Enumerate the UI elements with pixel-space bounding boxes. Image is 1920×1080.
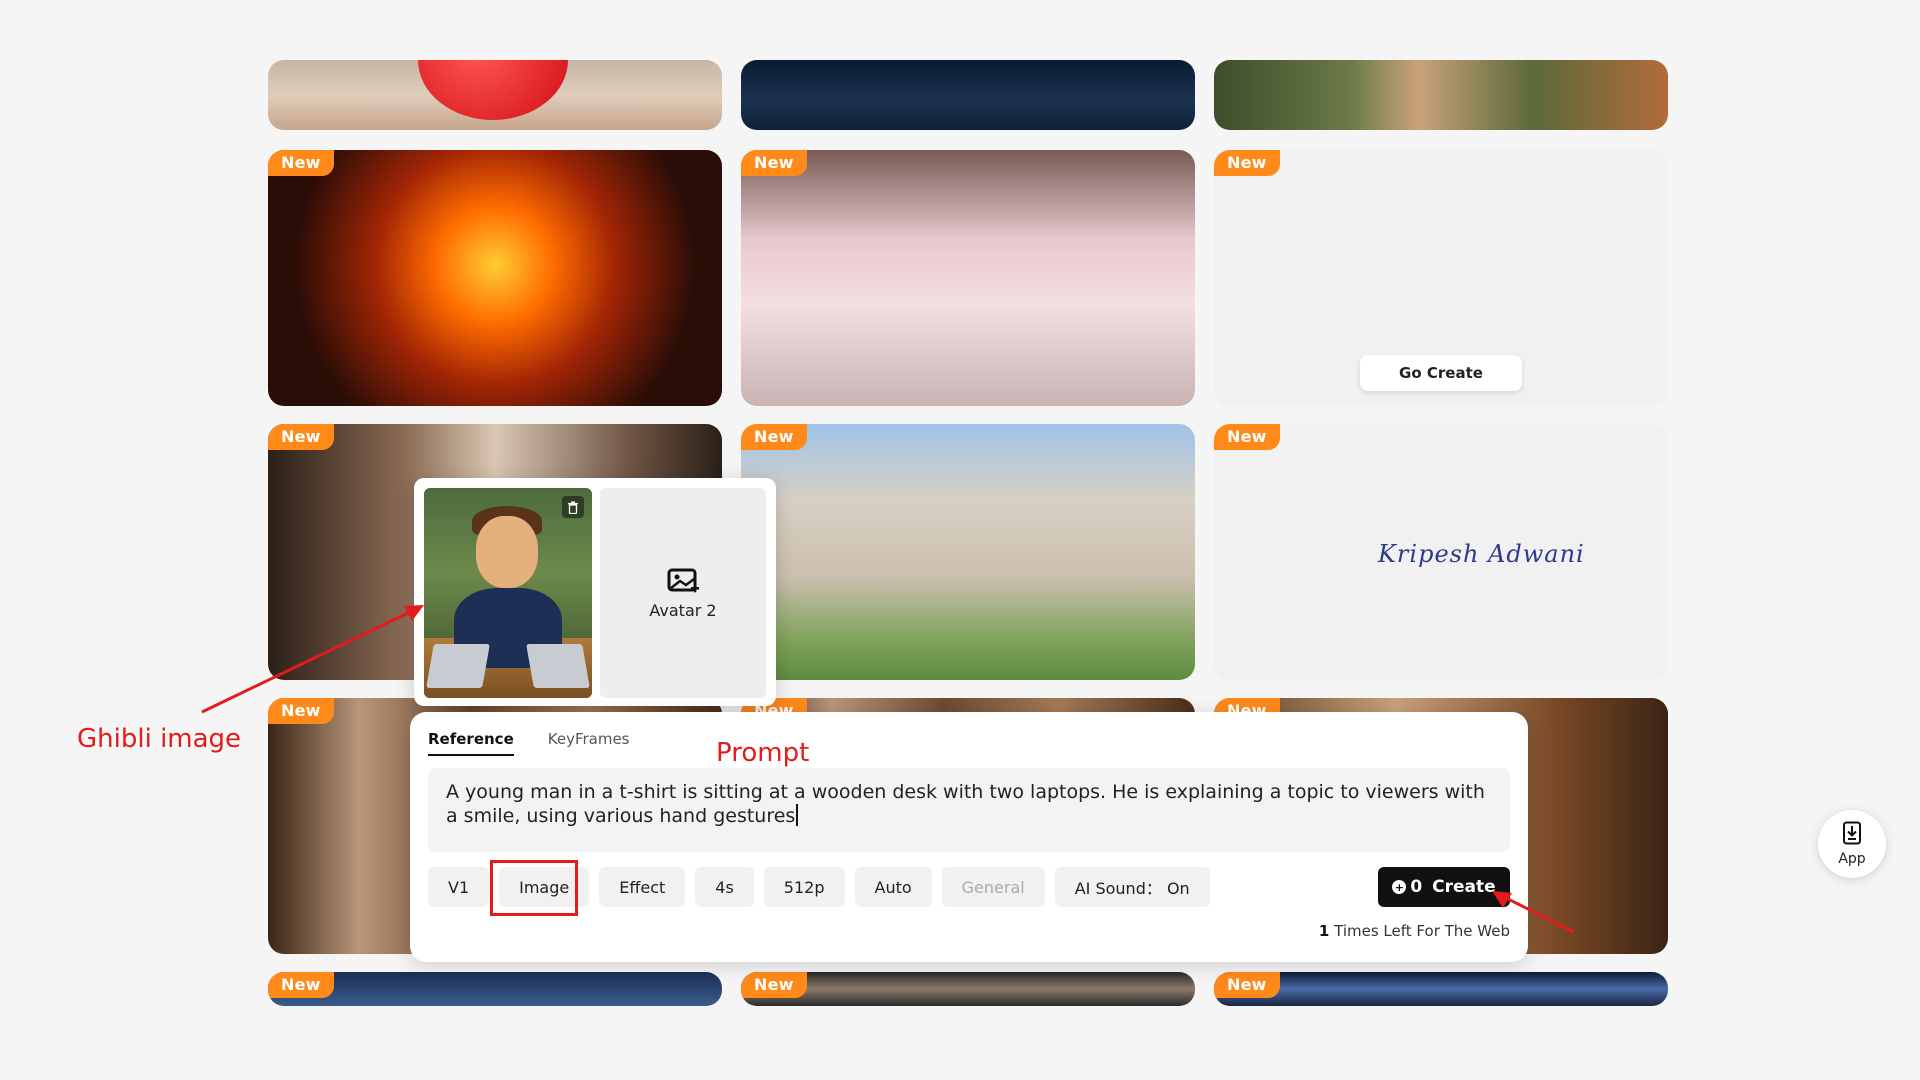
new-badge: New bbox=[741, 150, 807, 176]
go-create-button[interactable]: Go Create bbox=[1360, 355, 1522, 391]
signature-text: Kripesh Adwani bbox=[1378, 540, 1585, 568]
avatar-2-label: Avatar 2 bbox=[649, 600, 717, 620]
avatar-popup: Avatar 2 bbox=[414, 478, 776, 706]
create-button[interactable]: + 0 Create bbox=[1378, 867, 1510, 907]
gallery-card[interactable] bbox=[268, 60, 722, 130]
trash-icon[interactable] bbox=[562, 496, 584, 518]
ai-sound-toggle[interactable]: AI Sound： On bbox=[1054, 867, 1210, 907]
new-badge: New bbox=[268, 698, 334, 724]
new-badge: New bbox=[268, 972, 334, 998]
mode-tabs: Reference KeyFrames bbox=[428, 730, 630, 756]
avatar-1-thumbnail[interactable] bbox=[424, 488, 592, 698]
new-badge: New bbox=[268, 424, 334, 450]
gallery-card[interactable]: New bbox=[741, 150, 1195, 406]
laptop-right bbox=[526, 644, 590, 688]
style-button[interactable]: General bbox=[941, 867, 1045, 907]
create-label: Create bbox=[1432, 877, 1496, 897]
image-button-highlight bbox=[490, 860, 578, 916]
duration-button[interactable]: 4s bbox=[695, 867, 754, 907]
text-caret bbox=[796, 804, 798, 826]
new-badge: New bbox=[741, 424, 807, 450]
laptop-left bbox=[426, 644, 490, 688]
times-left-text: 1 Times Left For The Web bbox=[1319, 922, 1510, 940]
new-badge: New bbox=[268, 150, 334, 176]
new-badge: New bbox=[1214, 424, 1280, 450]
gallery-card[interactable]: New bbox=[268, 150, 722, 406]
ratio-button[interactable]: Auto bbox=[854, 867, 932, 907]
prompt-input[interactable]: A young man in a t-shirt is sitting at a… bbox=[428, 768, 1510, 852]
resolution-button[interactable]: 512p bbox=[763, 867, 845, 907]
new-badge: New bbox=[1214, 972, 1280, 998]
prompt-panel: Reference KeyFrames A young man in a t-s… bbox=[410, 712, 1528, 962]
prompt-annotation: Prompt bbox=[716, 738, 810, 768]
times-left-count: 1 bbox=[1318, 922, 1330, 940]
add-image-icon bbox=[667, 567, 699, 595]
app-label: App bbox=[1838, 851, 1866, 867]
coin-icon: + bbox=[1392, 880, 1407, 894]
prompt-text: A young man in a t-shirt is sitting at a… bbox=[446, 781, 1485, 827]
gallery-card[interactable]: New bbox=[1214, 972, 1668, 1006]
effect-button[interactable]: Effect bbox=[599, 867, 686, 907]
gallery-card[interactable]: New bbox=[741, 972, 1195, 1006]
download-icon bbox=[1841, 821, 1863, 849]
times-left-label: Times Left For The Web bbox=[1334, 922, 1510, 940]
tab-reference[interactable]: Reference bbox=[428, 730, 514, 756]
avatar-2-slot[interactable]: Avatar 2 bbox=[600, 488, 766, 698]
gallery-card[interactable] bbox=[1214, 60, 1668, 130]
new-badge: New bbox=[1214, 150, 1280, 176]
create-cost: 0 bbox=[1410, 877, 1423, 897]
tab-keyframes[interactable]: KeyFrames bbox=[548, 730, 630, 756]
gallery-card[interactable]: New bbox=[741, 424, 1195, 680]
new-badge: New bbox=[741, 972, 807, 998]
model-version-button[interactable]: V1 bbox=[428, 867, 490, 907]
app-download-button[interactable]: App bbox=[1818, 810, 1886, 878]
figure-head bbox=[476, 516, 538, 588]
gallery-card[interactable] bbox=[741, 60, 1195, 130]
gallery-card[interactable]: New bbox=[268, 972, 722, 1006]
ghibli-image-annotation: Ghibli image bbox=[77, 724, 242, 754]
red-ball-image bbox=[418, 60, 568, 120]
